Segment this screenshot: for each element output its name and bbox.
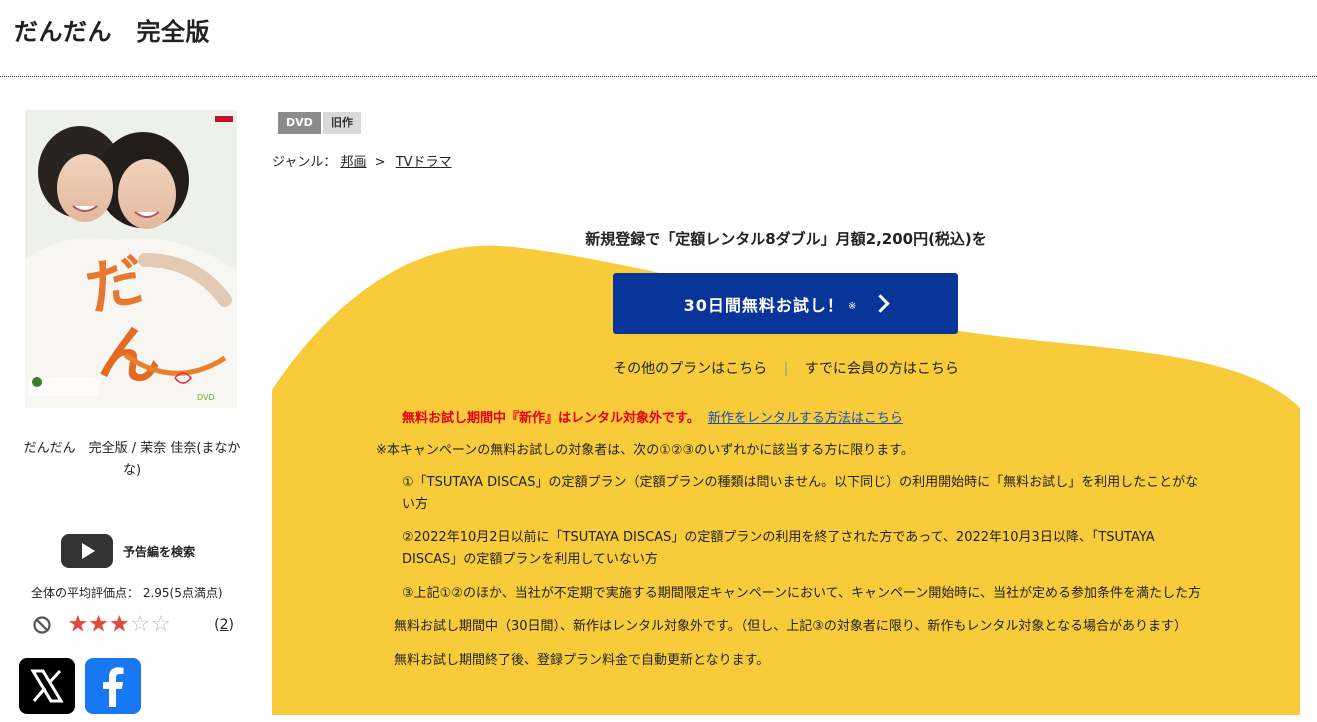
star-icon: ★ [68, 612, 88, 637]
genre-label: ジャンル： [272, 155, 337, 170]
rating-row: ★ ★ ★ ☆ ☆ (2) [32, 614, 234, 636]
cover-illustration: だ ん DVD [25, 110, 237, 408]
trailer-label: 予告編を検索 [123, 544, 196, 559]
genre-breadcrumb: ジャンル： 邦画 > TVドラマ [272, 151, 452, 170]
star-icon: ★ [88, 612, 109, 637]
member-login-link[interactable]: すでに会員の方はこちら [805, 361, 959, 377]
promo-headline: 新規登録で「定額レンタル8ダブル」月額2,200円(税込)を [585, 230, 987, 248]
star-empty-icon: ☆ [130, 612, 150, 637]
average-rating: 全体の平均評価点： 2.95(5点満点) [31, 586, 223, 600]
campaign-note: ※本キャンペーンの無料お試しの対象者は、次の①②③のいずれかに該当する方に限りま… [376, 443, 914, 458]
page-title: だんだん 完全版 [14, 18, 210, 46]
title-divider [0, 76, 1317, 77]
plan-divider: | [783, 361, 789, 377]
plan-links: その他のプランはこちら | すでに会員の方はこちら [272, 358, 1300, 378]
free-trial-label: 30日間無料お試し！ [683, 295, 844, 315]
review-count-link[interactable]: 2 [220, 617, 229, 633]
format-tag: DVD [278, 112, 321, 134]
svg-text:ん: ん [95, 315, 167, 396]
breadcrumb-separator: > [374, 155, 386, 170]
review-count: (2) [214, 617, 234, 633]
new-release-rental-link[interactable]: 新作をレンタルする方法はこちら [708, 411, 903, 426]
item-caption: だんだん 完全版 / 茉奈 佳奈(まなかな) [23, 441, 241, 478]
campaign-note: ③上記①②のほか、当社が不定期で実施する期間限定キャンペーンにおいて、キャンペー… [402, 586, 1201, 601]
new-release-warning: 無料お試し期間中『新作』はレンタル対象外です。 新作をレンタルする方法はこちら [402, 407, 903, 426]
age-tag: 旧作 [323, 112, 361, 134]
campaign-note: ②2022年10月2日以前に「TSUTAYA DISCAS」の定額プランの利用を… [402, 530, 1155, 567]
campaign-note: 無料お試し期間終了後、登録プラン料金で自動更新となります。 [394, 653, 770, 668]
trailer-search-button[interactable]: 予告編を検索 [61, 534, 195, 568]
share-x-button[interactable] [19, 658, 75, 714]
star-rating[interactable]: ★ ★ ★ ☆ ☆ [68, 614, 171, 636]
star-empty-icon: ☆ [150, 612, 171, 637]
free-trial-note: ※ [847, 301, 857, 312]
genre-link-hougaku[interactable]: 邦画 [341, 155, 367, 170]
prohibited-icon[interactable] [32, 615, 52, 635]
chevron-right-icon [871, 294, 891, 313]
star-icon: ★ [109, 612, 130, 637]
youtube-play-icon [61, 534, 113, 568]
other-plans-link[interactable]: その他のプランはこちら [613, 361, 767, 377]
campaign-note: 無料お試し期間中（30日間）、新作はレンタル対象外です。（但し、上記③の対象者に… [394, 619, 1187, 634]
x-logo-icon [30, 669, 64, 703]
share-facebook-button[interactable] [85, 658, 141, 714]
genre-link-tvdrama[interactable]: TVドラマ [396, 155, 452, 170]
warning-text: 無料お試し期間中『新作』はレンタル対象外です。 [402, 411, 700, 426]
campaign-note: ①「TSUTAYA DISCAS」の定額プラン（定額プランの種類は問いません。以… [402, 475, 1199, 512]
svg-text:DVD: DVD [197, 393, 215, 402]
facebook-logo-icon [103, 667, 124, 707]
free-trial-button[interactable]: 30日間無料お試し！ ※ [613, 273, 958, 334]
dvd-cover-image[interactable]: だ ん DVD [25, 110, 237, 408]
